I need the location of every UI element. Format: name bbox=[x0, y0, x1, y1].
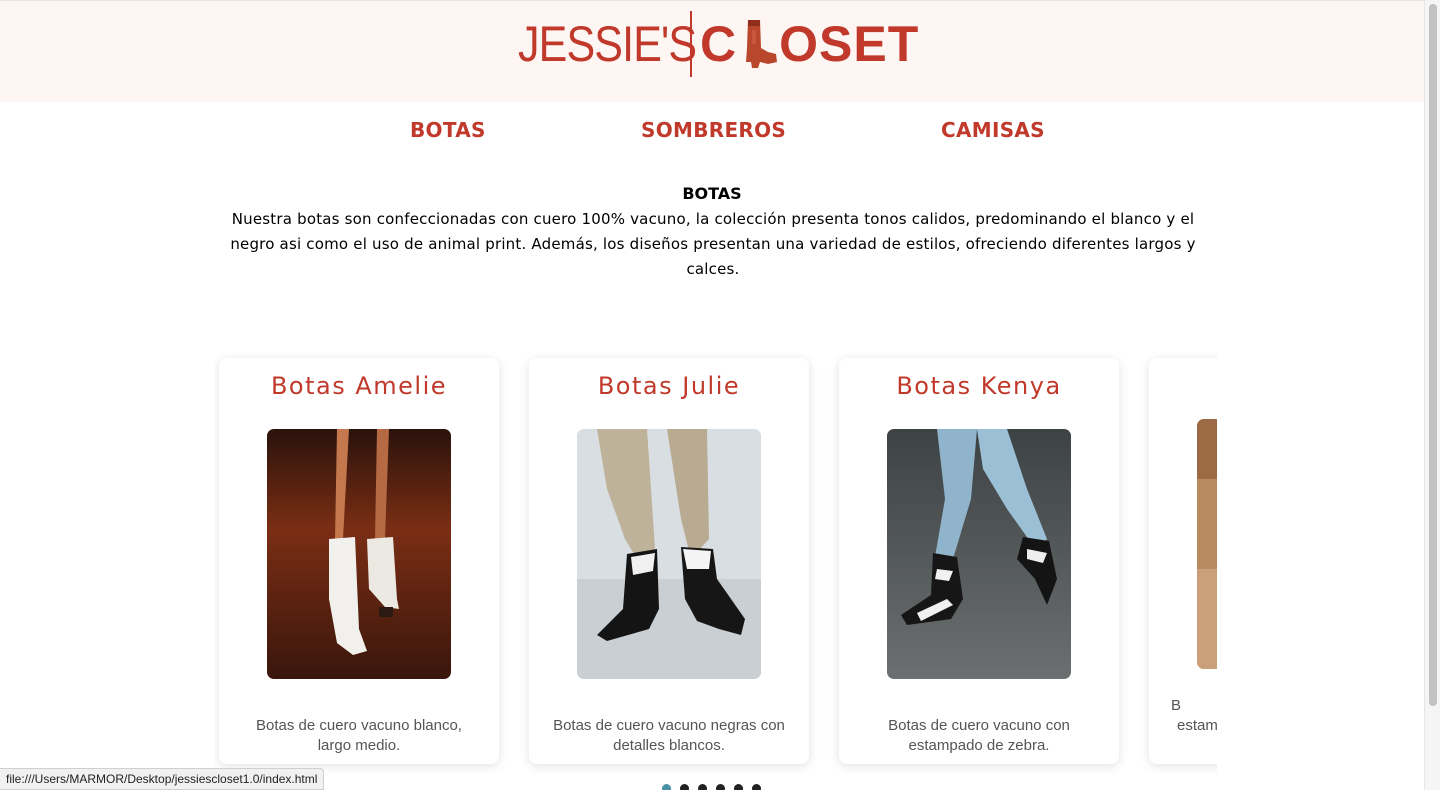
product-description-start: B bbox=[1171, 697, 1182, 714]
nav-item-camisas[interactable]: CAMISAS bbox=[941, 118, 1045, 142]
product-image[interactable] bbox=[1197, 419, 1217, 669]
product-title: Botas Kenya bbox=[896, 372, 1062, 400]
product-description: Botas de cuero vacuno blanco, largo medi… bbox=[256, 717, 462, 754]
brand-logo[interactable]: JESSIE'S C OSET bbox=[518, 9, 919, 79]
product-card[interactable]: Botas Kenya Botas de cuero vacuno con es… bbox=[839, 358, 1119, 764]
carousel-pagination bbox=[662, 784, 761, 790]
carousel-dot[interactable] bbox=[680, 784, 689, 790]
product-carousel[interactable]: Botas Amelie Botas de cuero vacuno blanc… bbox=[214, 350, 1217, 774]
site-header: JESSIE'S C OSET bbox=[0, 0, 1424, 102]
product-card[interactable]: B estam bbox=[1149, 358, 1217, 764]
main-nav: BOTAS SOMBREROS CAMISAS bbox=[0, 118, 1424, 144]
carousel-dot[interactable] bbox=[662, 784, 671, 790]
brand-letter-c: C bbox=[700, 16, 738, 72]
product-card[interactable]: Botas Amelie Botas de cuero vacuno blanc… bbox=[219, 358, 499, 764]
product-title: Botas Amelie bbox=[270, 372, 448, 400]
page: JESSIE'S C OSET BOTAS SOMBREROS CAMISAS … bbox=[0, 0, 1440, 790]
product-image[interactable] bbox=[267, 429, 451, 679]
carousel-dot[interactable] bbox=[752, 784, 761, 790]
product-card[interactable]: Botas Julie Botas de cuero vacuno negras… bbox=[529, 358, 809, 764]
cowboy-boot-icon bbox=[746, 20, 778, 68]
browser-status-url: file:///Users/MARMOR/Desktop/jessiesclos… bbox=[0, 768, 325, 790]
brand-letters-oset: OSET bbox=[779, 16, 920, 72]
product-title: Botas Julie bbox=[597, 372, 741, 400]
partial-boots-photo bbox=[1197, 419, 1217, 669]
carousel-dot[interactable] bbox=[716, 784, 725, 790]
nav-item-sombreros[interactable]: SOMBREROS bbox=[641, 118, 786, 142]
zebra-print-boots-photo bbox=[887, 429, 1071, 679]
product-description: estam bbox=[1177, 717, 1217, 734]
scrollbar-thumb[interactable] bbox=[1429, 4, 1437, 706]
section-title: BOTAS bbox=[682, 184, 742, 203]
brand-name-right: C OSET bbox=[700, 15, 919, 73]
white-cowboy-boots-photo bbox=[267, 429, 451, 679]
black-white-boots-photo bbox=[577, 429, 761, 679]
product-description: Botas de cuero vacuno negras con detalle… bbox=[553, 717, 785, 754]
carousel-dot[interactable] bbox=[734, 784, 743, 790]
carousel-dot[interactable] bbox=[698, 784, 707, 790]
brand-name-left: JESSIE'S bbox=[518, 16, 697, 72]
product-image[interactable] bbox=[577, 429, 761, 679]
product-image[interactable] bbox=[887, 429, 1071, 679]
section-description: Nuestra botas son confeccionadas con cue… bbox=[230, 210, 1196, 278]
product-description: Botas de cuero vacuno con estampado de z… bbox=[888, 717, 1070, 754]
nav-item-botas[interactable]: BOTAS bbox=[410, 118, 486, 142]
vertical-scrollbar[interactable] bbox=[1424, 0, 1440, 790]
